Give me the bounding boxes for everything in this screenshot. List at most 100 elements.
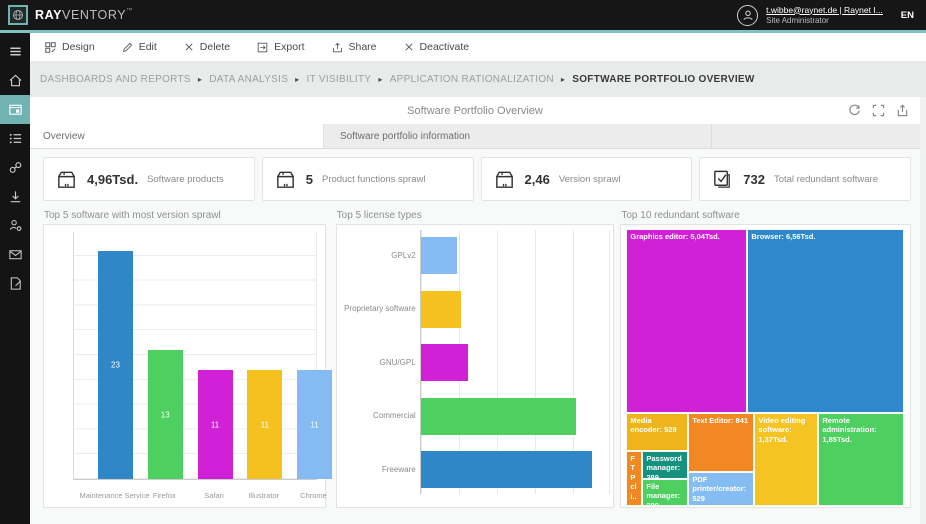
bar-value-label: 13 <box>148 410 183 419</box>
breadcrumb-separator-icon: ▸ <box>561 75 565 84</box>
link-icon <box>8 160 23 175</box>
breadcrumb-item[interactable]: APPLICATION RATIONALIZATION <box>390 74 554 85</box>
treemap-cell[interactable]: Browser: 6,56Tsd. <box>747 229 904 413</box>
breadcrumb-separator-icon: ▸ <box>198 75 202 84</box>
delete-icon <box>184 42 194 52</box>
bar-GNU/GPL[interactable] <box>421 344 468 381</box>
sidebar-item-downloads[interactable] <box>0 182 30 211</box>
bar-value-label: 11 <box>247 420 282 429</box>
breadcrumb-item-current: SOFTWARE PORTFOLIO OVERVIEW <box>572 74 754 85</box>
widget-title: Software Portfolio Overview <box>407 105 543 117</box>
chart-title-version-sprawl: Top 5 software with most version sprawl <box>44 210 326 224</box>
mail-icon <box>8 247 23 262</box>
menu-icon <box>8 44 23 59</box>
widget-header: Software Portfolio Overview <box>30 97 920 124</box>
kpi-label: Version sprawl <box>559 174 621 185</box>
user-settings-icon <box>8 218 23 233</box>
breadcrumb-item[interactable]: IT VISIBILITY <box>307 74 372 85</box>
export-icon <box>257 42 268 53</box>
treemap-cell[interactable]: Password manager: 289 <box>642 451 688 479</box>
avatar <box>737 5 758 26</box>
breadcrumb-item[interactable]: DASHBOARDS AND REPORTS <box>40 74 191 85</box>
kpi-label: Software products <box>147 174 224 185</box>
export-button[interactable]: Export <box>257 41 304 53</box>
deactivate-button[interactable]: Deactivate <box>404 41 470 53</box>
treemap-cell[interactable]: Remote administration: 1,85Tsd. <box>818 413 904 506</box>
app-header: RAYVENTORY™ t.wibbe@raynet.de | Raynet I… <box>0 0 926 30</box>
share-button[interactable]: Share <box>332 41 377 53</box>
kpi-value: 4,96Tsd. <box>87 172 138 187</box>
sidebar-item-home[interactable] <box>0 66 30 95</box>
refresh-icon[interactable] <box>848 104 861 117</box>
treemap-cell[interactable]: Media encoder: 529 <box>626 413 688 451</box>
export-widget-icon[interactable] <box>896 104 909 117</box>
kpi-software-products: 4,96Tsd. Software products <box>43 157 255 201</box>
treemap-cell[interactable]: Text Editor: 841 <box>688 413 754 472</box>
license-types-plot <box>420 230 610 494</box>
package-icon <box>274 168 297 191</box>
sidebar-item-dashboards[interactable] <box>0 95 30 124</box>
tab-software-portfolio-information[interactable]: Software portfolio information <box>324 124 712 148</box>
sidebar-item-menu[interactable] <box>0 37 30 66</box>
redundant-software-treemap: Graphics editor: 5,04Tsd.Browser: 6,56Ts… <box>626 229 904 506</box>
treemap-cell[interactable]: PDF printer/creator: 529 <box>688 472 754 506</box>
document-icon <box>8 276 23 291</box>
x-axis-labels: Maintenance ServiceFirefoxSafariIllustra… <box>73 491 317 501</box>
dashboard-content: 4,96Tsd. Software products 5 Product fun… <box>30 149 920 524</box>
breadcrumb-item[interactable]: DATA ANALYSIS <box>209 74 288 85</box>
bar-Maintenance Service[interactable]: 23 <box>98 251 133 479</box>
version-sprawl-plot: 2313111111 <box>73 232 317 480</box>
sidebar-item-user-management[interactable] <box>0 211 30 240</box>
breadcrumb: DASHBOARDS AND REPORTS ▸ DATA ANALYSIS ▸… <box>30 62 926 97</box>
treemap-cell[interactable]: Video editing software: 1,37Tsd. <box>754 413 818 506</box>
user-role: Site Administrator <box>766 16 883 26</box>
user-name: t.wibbe@raynet.de | Raynet I... <box>766 5 883 16</box>
sidebar-item-reports[interactable] <box>0 269 30 298</box>
y-axis-label: Commercial <box>340 411 416 420</box>
home-icon <box>8 73 23 88</box>
user-menu[interactable]: t.wibbe@raynet.de | Raynet I... Site Adm… <box>737 5 883 26</box>
treemap-cell[interactable]: Graphics editor: 5,04Tsd. <box>626 229 747 413</box>
y-axis-label: Proprietary software <box>340 304 416 313</box>
action-toolbar: Design Edit Delete Export Share Deactiva… <box>30 33 926 62</box>
dashboards-icon <box>8 102 23 117</box>
list-icon <box>8 131 23 146</box>
bar-Chrome[interactable]: 11 <box>297 370 332 479</box>
bar-value-label: 11 <box>198 420 233 429</box>
treemap-cell[interactable]: FTP cli... 225 <box>626 451 642 506</box>
y-axis-label: GPLv2 <box>340 251 416 260</box>
x-axis-label: Chrome <box>300 491 327 500</box>
sidebar-item-connections[interactable] <box>0 153 30 182</box>
y-axis-label: GNU/GPL <box>340 358 416 367</box>
kpi-value: 5 <box>306 172 313 187</box>
breadcrumb-separator-icon: ▸ <box>295 75 299 84</box>
kpi-total-redundant-software: 732 Total redundant software <box>699 157 911 201</box>
kpi-version-sprawl: 2,46 Version sprawl <box>481 157 693 201</box>
chart-title-redundant-software: Top 10 redundant software <box>621 210 911 224</box>
edit-icon <box>122 42 133 53</box>
bar-Proprietary software[interactable] <box>421 291 461 328</box>
bar-Firefox[interactable]: 13 <box>148 350 183 479</box>
bar-Safari[interactable]: 11 <box>198 370 233 479</box>
edit-button[interactable]: Edit <box>122 41 157 53</box>
design-button[interactable]: Design <box>45 41 95 53</box>
chart-redundant-software: Graphics editor: 5,04Tsd.Browser: 6,56Ts… <box>620 224 911 508</box>
chart-title-license-types: Top 5 license types <box>337 210 615 224</box>
y-axis-label: Freeware <box>340 465 416 474</box>
fullscreen-icon[interactable] <box>872 104 885 117</box>
bar-Commercial[interactable] <box>421 398 576 435</box>
language-button[interactable]: EN <box>897 8 918 23</box>
brand-name: RAYVENTORY™ <box>35 8 133 22</box>
delete-button[interactable]: Delete <box>184 41 230 53</box>
x-axis-label: Illustrator <box>248 491 279 500</box>
sidebar-item-notifications[interactable] <box>0 240 30 269</box>
sidebar-nav <box>0 33 30 524</box>
bar-GPLv2[interactable] <box>421 237 457 274</box>
sidebar-item-catalog[interactable] <box>0 124 30 153</box>
treemap-cell[interactable]: File manager: 289 <box>642 479 688 506</box>
bar-Illustrator[interactable]: 11 <box>247 370 282 479</box>
tab-overview[interactable]: Overview <box>30 124 324 148</box>
download-icon <box>8 189 23 204</box>
bar-Freeware[interactable] <box>421 451 592 488</box>
x-axis-label: Maintenance Service <box>79 491 149 500</box>
